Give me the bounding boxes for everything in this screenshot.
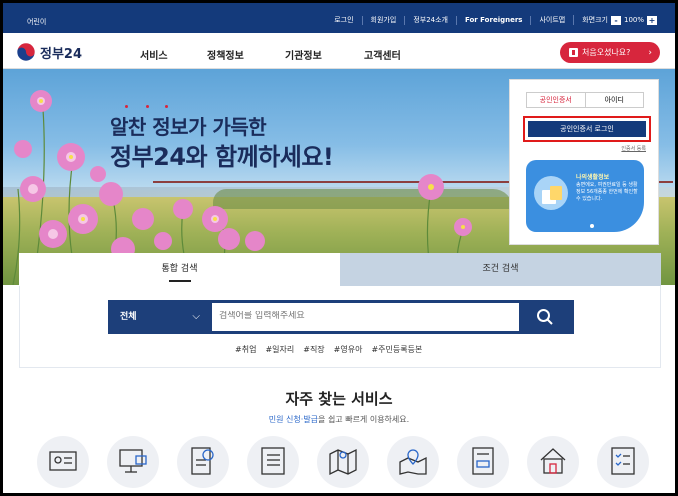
service-item[interactable]: [387, 436, 439, 488]
tag-link[interactable]: #취업: [235, 344, 256, 355]
utility-links: 로그인 회원가입 정부24소개 For Foreigners 사이트맵 화면크기…: [326, 15, 657, 25]
login-panel: 공인인증서 아이디 공인인증서 로그인 인증서 등록 나의생활정보 송면에요, …: [509, 79, 659, 245]
my-life-info-card[interactable]: 나의생활정보 송면에요, 여권만료일 등 생활정보 56개종종 한번에 확인할 …: [526, 160, 644, 232]
checklist-icon: [611, 447, 635, 475]
bookmark-icon: [569, 48, 578, 57]
kids-link[interactable]: 어린이: [27, 17, 46, 27]
computer-icon: [119, 449, 147, 473]
map-icon: [329, 448, 357, 476]
card-description: 송면에요, 여권만료일 등 생활정보 56개종종 한번에 확인할 수 있습니다.: [576, 182, 638, 202]
tag-link[interactable]: #주민등록등본: [371, 344, 422, 355]
login-tabs: 공인인증서 아이디: [526, 92, 644, 108]
taegeuk-logo-icon: [16, 42, 36, 62]
zoom-value: 100%: [623, 16, 644, 24]
first-visit-label: 처음오셨나요?: [582, 48, 631, 57]
tab-integrated-search[interactable]: 통합 검색: [19, 253, 340, 286]
utility-bar: 어린이 로그인 회원가입 정부24소개 For Foreigners 사이트맵 …: [3, 3, 675, 33]
form-icon: [261, 447, 285, 475]
service-item[interactable]: [177, 436, 229, 488]
zoom-label: 화면크기: [582, 16, 608, 24]
tag-link[interactable]: #일자리: [265, 344, 294, 355]
service-item[interactable]: [317, 436, 369, 488]
tag-link[interactable]: #영유아: [334, 344, 363, 355]
sitemap-link[interactable]: 사이트맵: [530, 15, 573, 25]
zoom-control: 화면크기 - 100% +: [573, 15, 657, 25]
search-icon: [537, 309, 553, 325]
services-title: 자주 찾는 서비스: [285, 390, 393, 408]
tab-certificate[interactable]: 공인인증서: [527, 93, 586, 107]
chevron-down-icon: ⌵: [192, 311, 200, 322]
service-item[interactable]: [247, 436, 299, 488]
search-input[interactable]: [219, 311, 519, 321]
document-illustration-icon: [542, 186, 562, 204]
service-item[interactable]: [527, 436, 579, 488]
highlight-box: 공인인증서 로그인: [523, 116, 651, 142]
site-logo[interactable]: 정부24: [16, 42, 82, 62]
zoom-out-button[interactable]: -: [610, 15, 621, 25]
nav-policy[interactable]: 정책정보: [207, 47, 244, 62]
service-item[interactable]: [37, 436, 89, 488]
services-subtitle: 민원 신청·발급을 쉽고 빠르게 이용하세요.: [3, 414, 675, 425]
house-icon: [540, 448, 566, 474]
carousel-dot[interactable]: [590, 224, 594, 228]
service-item[interactable]: [597, 436, 649, 488]
subtitle-rest: 을 쉽고 빠르게 이용하세요.: [318, 415, 410, 424]
nav-services[interactable]: 서비스: [140, 47, 168, 62]
hero-title-line2: 정부24와 함께하세요!: [110, 143, 334, 171]
subtitle-highlight: 민원 신청·발급: [268, 415, 319, 424]
tag-link[interactable]: #직장: [303, 344, 324, 355]
certificate-login-button[interactable]: 공인인증서 로그인: [528, 121, 646, 137]
frequent-services-list: [37, 436, 657, 493]
nav-agencies[interactable]: 기관정보: [285, 47, 322, 62]
main-header: 정부24 서비스 정책정보 기관정보 고객센터 처음오셨나요? ›: [3, 33, 675, 69]
search-button[interactable]: [519, 303, 571, 331]
popular-tags: #취업 #일자리 #직장 #영유아 #주민등록등본: [235, 344, 422, 355]
service-item[interactable]: [107, 436, 159, 488]
tab-condition-search[interactable]: 조건 검색: [340, 253, 661, 286]
tab-id-login[interactable]: 아이디: [586, 93, 644, 107]
login-link[interactable]: 로그인: [326, 16, 361, 25]
about-link[interactable]: 정부24소개: [404, 15, 456, 25]
search-tabs: 통합 검색 조건 검색: [19, 253, 661, 286]
id-card-icon: [49, 451, 77, 471]
document-search-icon: [191, 447, 214, 475]
signup-link[interactable]: 회원가입: [361, 15, 405, 25]
zoom-in-button[interactable]: +: [647, 15, 657, 25]
certificate-register-link[interactable]: 인증서 등록: [621, 145, 646, 152]
search-bar: 전체 ⌵: [108, 300, 574, 334]
car-document-icon: [472, 447, 494, 475]
hero-title-line1: 알찬 정보가 가득한: [110, 115, 267, 139]
search-category-select[interactable]: 전체 ⌵: [111, 303, 212, 331]
first-visit-button[interactable]: 처음오셨나요? ›: [560, 42, 660, 63]
nav-customer-center[interactable]: 고객센터: [364, 47, 401, 62]
card-title: 나의생활정보: [576, 174, 610, 181]
logo-text: 정부24: [40, 46, 83, 62]
arrow-right-icon: ›: [648, 47, 652, 58]
browser-viewport: 어린이 로그인 회원가입 정부24소개 For Foreigners 사이트맵 …: [3, 3, 675, 493]
location-map-icon: [399, 449, 427, 475]
search-category-value: 전체: [120, 312, 137, 322]
foreigners-link[interactable]: For Foreigners: [455, 15, 530, 25]
service-item[interactable]: [457, 436, 509, 488]
